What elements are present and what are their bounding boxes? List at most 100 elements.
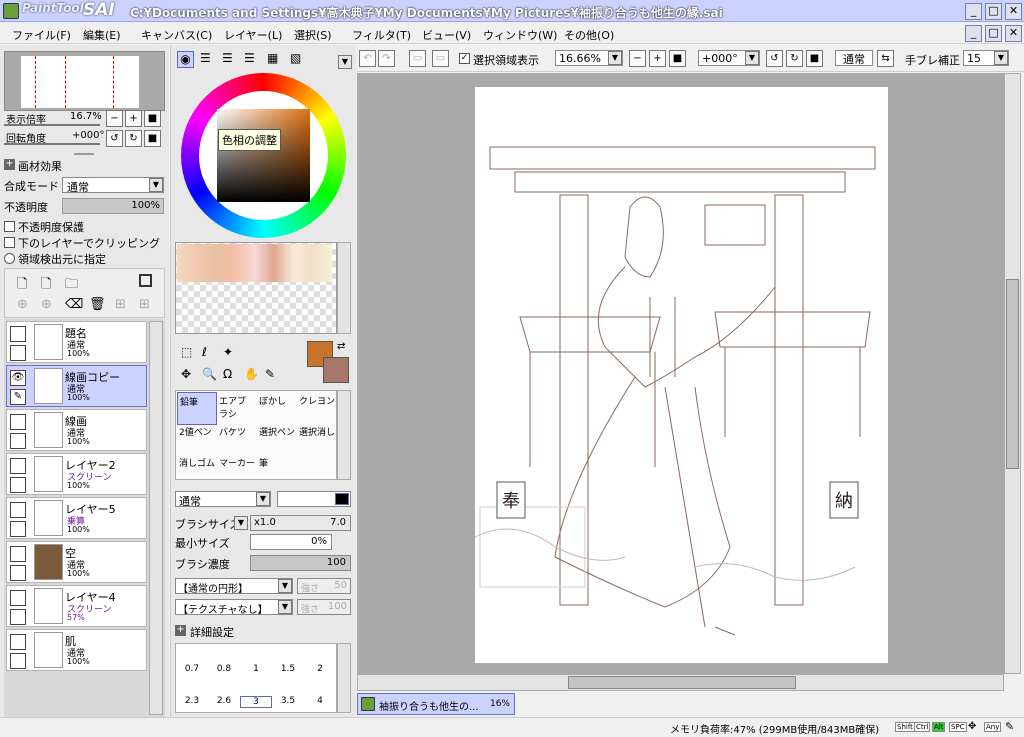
- brush-presets-scrollbar[interactable]: [337, 643, 351, 713]
- toolbar-zoom-reset-button[interactable]: ■: [669, 50, 686, 67]
- rotate-slider[interactable]: [4, 143, 100, 145]
- protect-opacity-checkbox[interactable]: [4, 221, 15, 232]
- hue-ring[interactable]: [181, 73, 346, 238]
- brush-size-presets[interactable]: 0.7 0.8 1 1.5 2 2.3 2.6 3 3.5 4: [175, 643, 337, 713]
- tool-grid-scrollbar[interactable]: [337, 390, 351, 480]
- new-linked-layer-icon[interactable]: 🗋: [41, 275, 51, 297]
- menu-select[interactable]: 選択(S): [294, 27, 332, 43]
- layer-item[interactable]: 👁 ✎ 線画コピー 通常 100%: [6, 365, 147, 407]
- visibility-checkbox[interactable]: [10, 546, 26, 562]
- opacity-slider[interactable]: 100%: [62, 198, 164, 214]
- saturation-value-square[interactable]: [217, 109, 310, 202]
- menu-layer[interactable]: レイヤー(L): [224, 27, 282, 43]
- display-mode-select[interactable]: 通常: [835, 50, 873, 66]
- menu-edit[interactable]: 編集(E): [83, 27, 121, 43]
- visibility-checkbox[interactable]: [10, 502, 26, 518]
- doc-restore-button[interactable]: □: [985, 25, 1002, 42]
- eyedropper-icon[interactable]: ✎: [265, 367, 275, 381]
- angle-select[interactable]: +000° ▼: [698, 50, 760, 66]
- tool-eraser[interactable]: 消しゴム: [177, 454, 217, 487]
- zoom-out-button[interactable]: −: [106, 110, 123, 127]
- swatch-tab-icon[interactable]: ▦: [267, 51, 278, 65]
- canvas-page[interactable]: 奉 納: [475, 87, 888, 663]
- rotate-left-button[interactable]: ↺: [106, 130, 123, 147]
- maximize-button[interactable]: □: [985, 3, 1002, 20]
- zoom-in-button[interactable]: +: [125, 110, 142, 127]
- lock-checkbox[interactable]: [10, 433, 26, 449]
- lock-checkbox[interactable]: [10, 477, 26, 493]
- lock-checkbox[interactable]: [10, 565, 26, 581]
- swatch-grid[interactable]: [175, 242, 337, 334]
- brush-edge-selector[interactable]: [277, 491, 351, 507]
- texture-select[interactable]: 【テクスチャなし】 ▼: [175, 599, 293, 616]
- lock-checkbox[interactable]: [10, 609, 26, 625]
- layer-item[interactable]: 線画 通常 100%: [6, 409, 147, 451]
- tool-bucket[interactable]: バケツ: [217, 423, 257, 456]
- tool-pencil[interactable]: 鉛筆: [177, 392, 217, 425]
- layer-item[interactable]: レイヤー2 スクリーン 100%: [6, 453, 147, 495]
- flip-button[interactable]: ⇆: [877, 50, 894, 67]
- show-selection-checkbox[interactable]: ✓: [459, 53, 470, 64]
- canvas-vertical-scrollbar[interactable]: [1004, 73, 1021, 674]
- density-slider[interactable]: 100: [250, 555, 351, 571]
- toolbar-rotate-reset-button[interactable]: ■: [806, 50, 823, 67]
- lock-checkbox[interactable]: [10, 345, 26, 361]
- eye-icon[interactable]: 👁: [10, 370, 26, 386]
- layer-list-scrollbar[interactable]: [149, 321, 163, 715]
- layer-item[interactable]: 空通常 100%: [6, 541, 147, 583]
- background-color-swatch[interactable]: [323, 357, 349, 383]
- deselect-button[interactable]: ▭: [409, 50, 426, 67]
- move-icon[interactable]: ✥: [181, 367, 191, 381]
- toolbar-rotate-left-button[interactable]: ↺: [766, 50, 783, 67]
- close-button[interactable]: ✕: [1005, 3, 1022, 20]
- merge-icon[interactable]: ⊞: [115, 297, 126, 312]
- redo-button[interactable]: ↷: [378, 50, 395, 67]
- rotate-reset-button[interactable]: ■: [144, 130, 161, 147]
- source-radio[interactable]: [4, 253, 15, 264]
- tool-select-pen[interactable]: 選択ペン: [257, 423, 297, 456]
- menu-window[interactable]: ウィンドウ(W): [483, 27, 557, 43]
- rgb-slider-tab-icon[interactable]: ☰: [200, 51, 211, 65]
- undo-button[interactable]: ↶: [359, 50, 376, 67]
- new-mask-icon[interactable]: [139, 274, 152, 287]
- lock-checkbox[interactable]: [10, 521, 26, 537]
- clipping-checkbox[interactable]: [4, 237, 15, 248]
- toolbar-rotate-right-button[interactable]: ↻: [786, 50, 803, 67]
- effects-expand-icon[interactable]: +: [4, 159, 15, 170]
- tool-crayon[interactable]: クレヨン: [297, 392, 337, 425]
- tool-binary-pen[interactable]: 2値ペン: [177, 423, 217, 456]
- visibility-checkbox[interactable]: [10, 326, 26, 342]
- blend-mode-select[interactable]: 通常 ▼: [62, 177, 164, 194]
- zoom-select[interactable]: 16.66% ▼: [555, 50, 623, 66]
- swatch-scrollbar[interactable]: [337, 242, 351, 334]
- merge-visible-icon[interactable]: ⊞: [139, 297, 150, 312]
- rotate-right-button[interactable]: ↻: [125, 130, 142, 147]
- navigator-preview[interactable]: [4, 51, 165, 111]
- delete-layer-icon[interactable]: 🗑: [89, 297, 106, 312]
- layer-item[interactable]: レイヤー4 スクリーン 57%: [6, 585, 147, 627]
- merge-down-icon[interactable]: ⊕: [17, 297, 28, 312]
- swap-colors-icon[interactable]: ⇄: [337, 341, 345, 352]
- magic-wand-icon[interactable]: ✦: [223, 345, 233, 359]
- invert-select-button[interactable]: ▭: [432, 50, 449, 67]
- layer-item[interactable]: 肌通常 100%: [6, 629, 147, 671]
- rect-select-icon[interactable]: ⬚: [181, 345, 192, 359]
- stabilizer-select[interactable]: 15 ▼: [963, 50, 1009, 66]
- texture-strength-slider[interactable]: 強さ 100: [297, 599, 351, 615]
- color-wheel-tab-icon[interactable]: ◉: [177, 51, 194, 68]
- menu-other[interactable]: その他(O): [564, 27, 614, 43]
- tool-airbrush[interactable]: エアブラシ: [217, 392, 257, 425]
- rotate-tool-icon[interactable]: Ω: [223, 367, 232, 381]
- toolbar-zoom-in-button[interactable]: +: [649, 50, 666, 67]
- visibility-checkbox[interactable]: [10, 634, 26, 650]
- lock-checkbox[interactable]: [10, 653, 26, 669]
- zoom-tool-icon[interactable]: 🔍: [202, 367, 217, 381]
- doc-close-button[interactable]: ✕: [1005, 25, 1022, 42]
- tool-blur[interactable]: ぼかし: [257, 392, 297, 425]
- visibility-checkbox[interactable]: [10, 414, 26, 430]
- tool-brush[interactable]: 筆: [257, 454, 297, 487]
- brush-size-slider[interactable]: x1.0 7.0: [250, 515, 351, 531]
- menu-filter[interactable]: フィルタ(T): [352, 27, 411, 43]
- menu-view[interactable]: ビュー(V): [422, 27, 471, 43]
- scratchpad-tab-icon[interactable]: ▧: [290, 51, 301, 65]
